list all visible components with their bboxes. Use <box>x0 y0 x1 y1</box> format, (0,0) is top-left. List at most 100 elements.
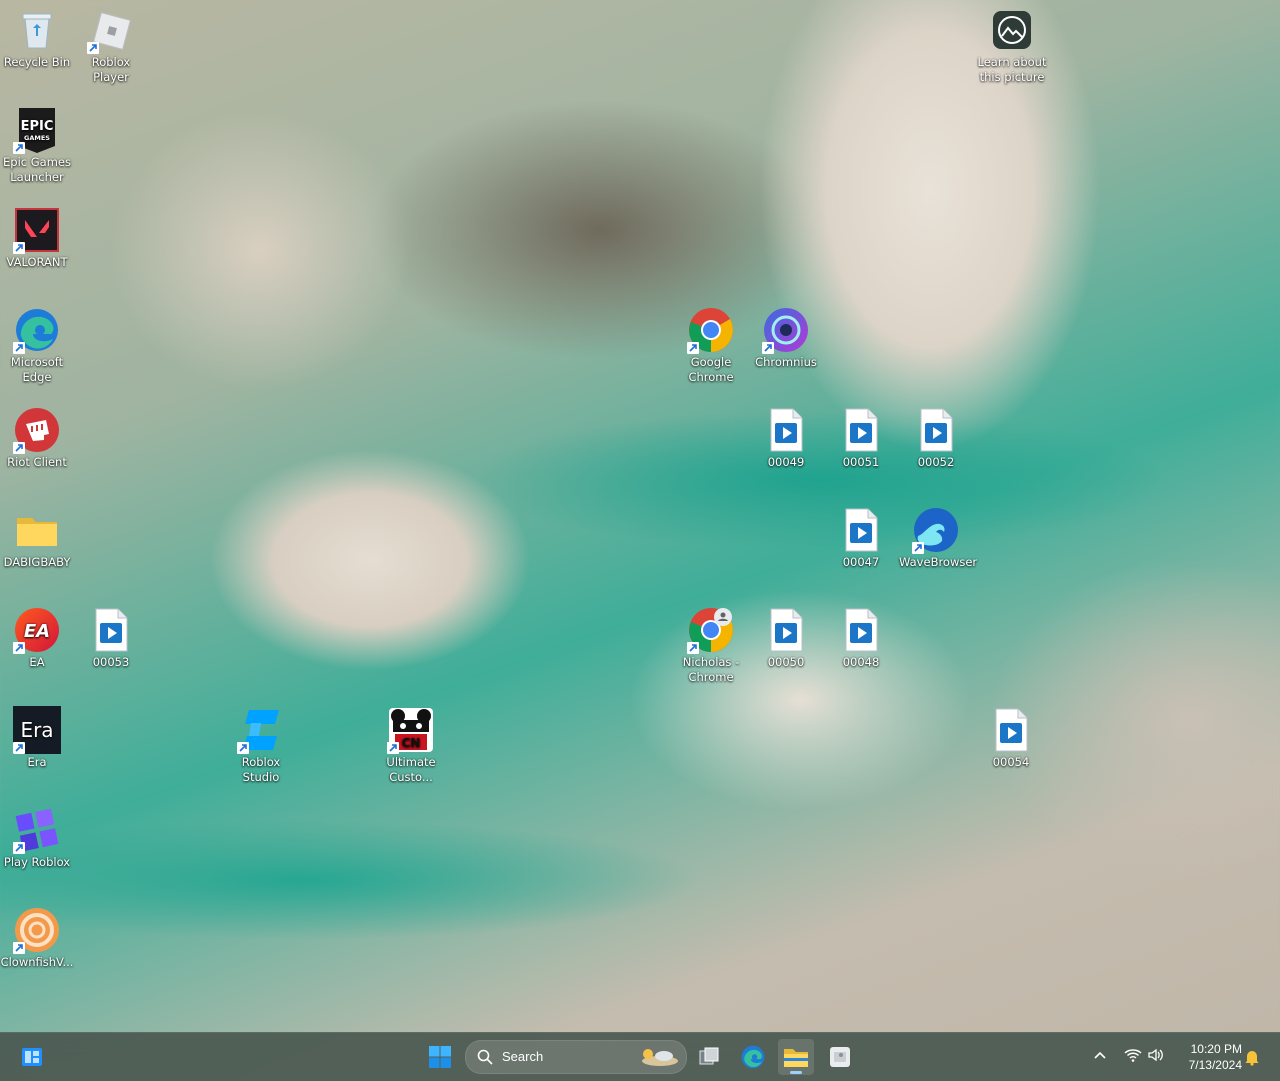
taskbar: Search 10:20 PM 7/13/2024 <box>0 1032 1280 1081</box>
recycle-bin-icon[interactable]: Recycle Bin <box>0 0 74 70</box>
file-00048-icon[interactable]: 00048 <box>824 600 898 670</box>
roblox-logo-icon <box>87 6 135 54</box>
video-file-icon <box>837 406 885 454</box>
ea-logo-icon: EA <box>13 606 61 654</box>
svg-text:EPIC: EPIC <box>21 119 54 134</box>
nicholas-chrome-icon[interactable]: Nicholas - Chrome <box>674 600 748 685</box>
video-file-icon <box>837 506 885 554</box>
chromnius-logo-icon <box>762 306 810 354</box>
task-view-button[interactable] <box>691 1039 727 1075</box>
video-file-icon <box>87 606 135 654</box>
taskbar-file-explorer-button[interactable] <box>778 1039 814 1075</box>
shortcut-arrow-icon <box>687 642 699 654</box>
era-logo-icon: Era <box>13 706 61 754</box>
clownfish-icon[interactable]: ClownfishV... <box>0 900 74 970</box>
ultimate-custom-icon[interactable]: CN Ultimate Custo... <box>374 700 448 785</box>
file-00049-icon[interactable]: 00049 <box>749 400 823 470</box>
wavebrowser-logo-icon <box>912 506 960 554</box>
roblox-studio-icon[interactable]: Roblox Studio <box>224 700 298 785</box>
edge-logo-icon <box>13 306 61 354</box>
folder-icon <box>13 506 61 554</box>
file-00053-icon[interactable]: 00053 <box>74 600 148 670</box>
shortcut-arrow-icon <box>13 342 25 354</box>
chrome-logo-icon <box>687 306 735 354</box>
riot-fist-icon <box>13 406 61 454</box>
clownfish-logo-icon <box>13 906 61 954</box>
active-indicator <box>790 1071 802 1074</box>
taskbar-app-button[interactable] <box>822 1039 858 1075</box>
chromnius-icon[interactable]: Chromnius <box>749 300 823 370</box>
shortcut-arrow-icon <box>87 42 99 54</box>
wavebrowser-icon[interactable]: WaveBrowser <box>899 500 978 570</box>
icon-label: 00051 <box>842 455 880 469</box>
valorant-icon[interactable]: VALORANT <box>0 200 74 270</box>
icon-label: Chromnius <box>755 355 817 369</box>
start-button[interactable] <box>422 1039 458 1075</box>
icon-label: 00052 <box>917 455 955 469</box>
volume-button[interactable] <box>1147 1047 1165 1068</box>
icon-label: Roblox Player <box>91 55 131 84</box>
roblox-studio-logo-icon <box>237 706 285 754</box>
icon-label: Ultimate Custo... <box>386 755 436 784</box>
svg-text:EA: EA <box>24 621 50 642</box>
svg-text:Era: Era <box>20 718 53 742</box>
clock[interactable]: 10:20 PM 7/13/2024 <box>1172 1041 1242 1073</box>
clock-time: 10:20 PM <box>1190 1042 1242 1056</box>
ea-icon[interactable]: EA EA <box>0 600 74 670</box>
search-box[interactable]: Search <box>465 1040 687 1074</box>
clock-date: 7/13/2024 <box>1188 1058 1242 1072</box>
search-icon <box>477 1049 493 1065</box>
camera-spotlight-icon <box>988 6 1036 54</box>
file-00054-icon[interactable]: 00054 <box>974 700 1048 770</box>
shortcut-arrow-icon <box>13 142 25 154</box>
microsoft-edge-icon[interactable]: Microsoft Edge <box>0 300 74 385</box>
epic-games-logo-icon: EPIC GAMES <box>13 106 61 154</box>
file-00052-icon[interactable]: 00052 <box>899 400 973 470</box>
network-button[interactable] <box>1124 1047 1142 1068</box>
widgets-button[interactable] <box>14 1039 50 1075</box>
era-icon[interactable]: Era Era <box>0 700 74 770</box>
icon-label: Learn about this picture <box>977 55 1047 84</box>
icon-label: 00049 <box>767 455 805 469</box>
svg-text:CN: CN <box>402 736 421 750</box>
ultimate-custom-logo-icon: CN <box>387 706 435 754</box>
epic-games-launcher-icon[interactable]: EPIC GAMES Epic Games Launcher <box>0 100 74 185</box>
widgets-icon <box>22 1048 42 1066</box>
dabigbaby-folder-icon[interactable]: DABIGBABY <box>0 500 74 570</box>
recycle-bin-glyph-icon <box>13 6 61 54</box>
icon-label: Nicholas - Chrome <box>682 655 740 684</box>
icon-label: VALORANT <box>6 255 68 269</box>
play-roblox-icon[interactable]: Play Roblox <box>0 800 74 870</box>
shortcut-arrow-icon <box>13 842 25 854</box>
file-00051-icon[interactable]: 00051 <box>824 400 898 470</box>
taskbar-edge-button[interactable] <box>735 1039 771 1075</box>
edge-icon <box>741 1045 765 1069</box>
shortcut-arrow-icon <box>762 342 774 354</box>
icon-label: Recycle Bin <box>3 55 71 69</box>
svg-text:GAMES: GAMES <box>24 134 50 142</box>
notifications-button[interactable] <box>1244 1048 1260 1071</box>
show-hidden-icons-button[interactable] <box>1092 1047 1108 1068</box>
play-roblox-logo-icon <box>13 806 61 854</box>
learn-about-picture-icon[interactable]: Learn about this picture <box>975 0 1049 85</box>
roblox-player-icon[interactable]: Roblox Player <box>74 0 148 85</box>
file-00050-icon[interactable]: 00050 <box>749 600 823 670</box>
task-view-icon <box>699 1047 719 1065</box>
riot-client-icon[interactable]: Riot Client <box>0 400 74 470</box>
windows-logo-icon <box>429 1046 451 1068</box>
shortcut-arrow-icon <box>912 542 924 554</box>
file-00047-icon[interactable]: 00047 <box>824 500 898 570</box>
icon-label: Era <box>27 755 47 769</box>
shortcut-arrow-icon <box>237 742 249 754</box>
video-file-icon <box>912 406 960 454</box>
icon-label: Microsoft Edge <box>10 355 64 384</box>
shortcut-arrow-icon <box>13 642 25 654</box>
icon-label: WaveBrowser <box>899 555 978 569</box>
video-file-icon <box>762 406 810 454</box>
video-file-icon <box>762 606 810 654</box>
icon-label: Google Chrome <box>688 355 734 384</box>
speaker-icon <box>1148 1048 1163 1062</box>
icon-label: 00047 <box>842 555 880 569</box>
wifi-icon <box>1124 1049 1142 1062</box>
google-chrome-icon[interactable]: Google Chrome <box>674 300 748 385</box>
